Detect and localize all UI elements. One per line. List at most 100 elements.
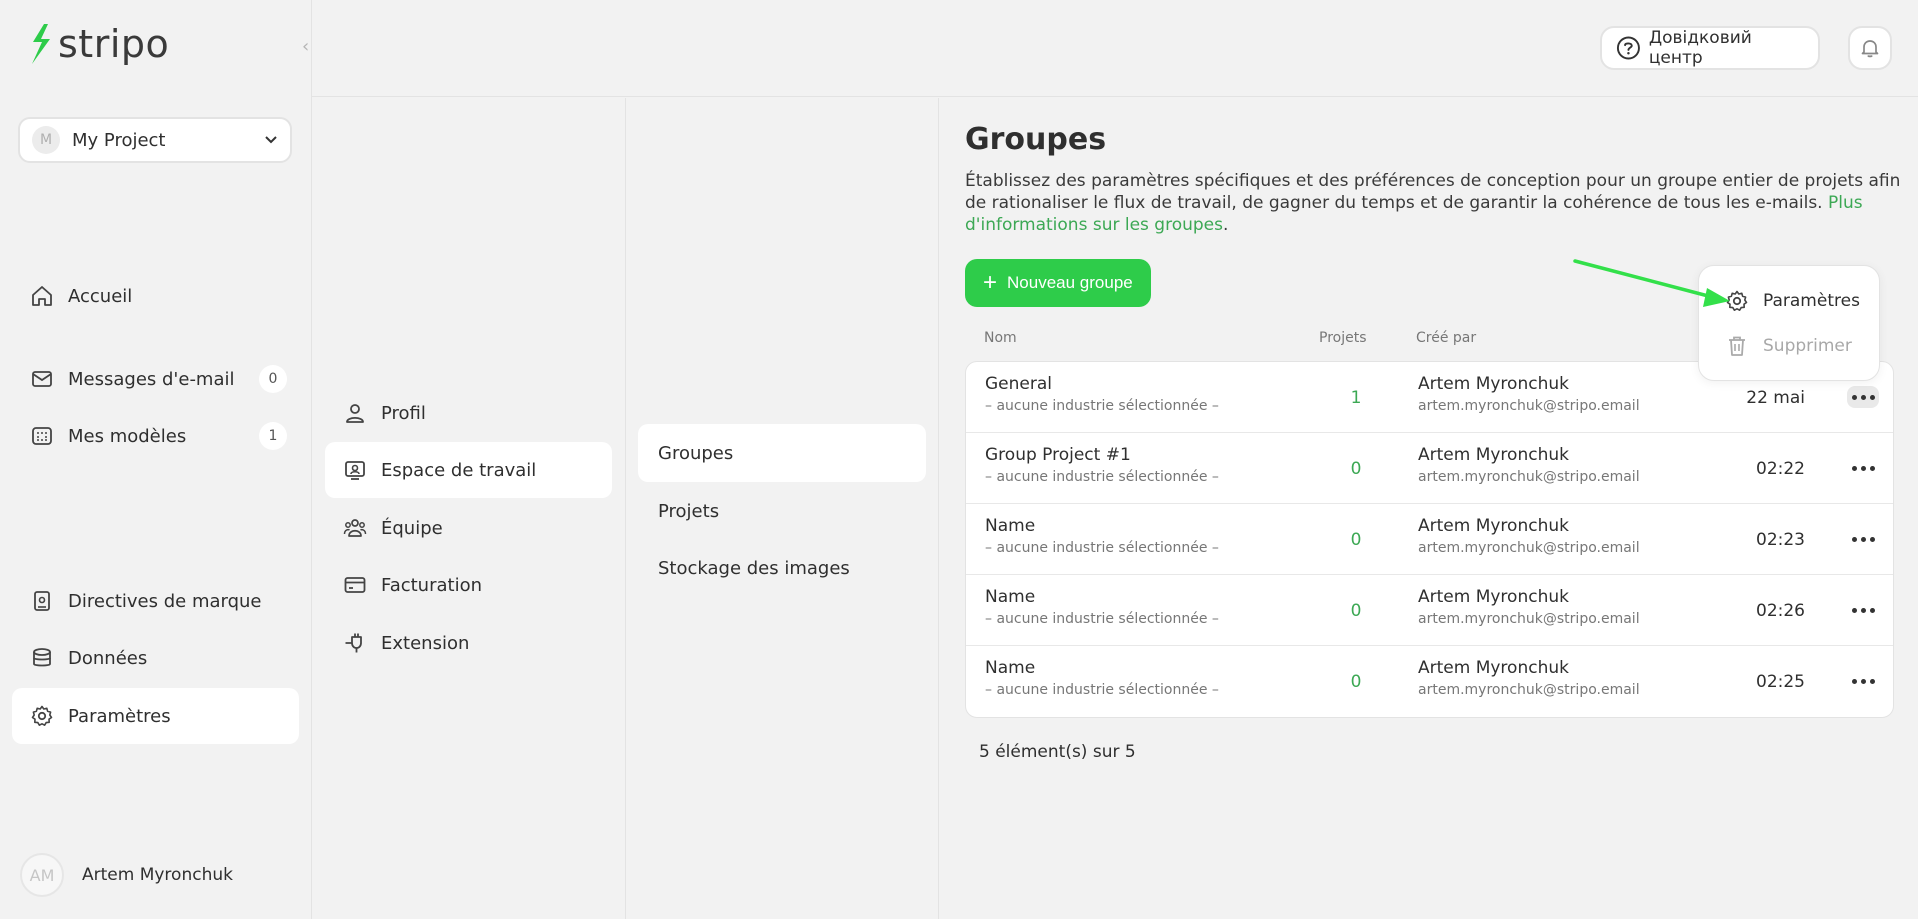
stripo-logo-icon	[32, 24, 50, 64]
settings-item-team[interactable]: Équipe	[325, 500, 612, 556]
settings-item-label: Espace de travail	[381, 459, 537, 481]
help-center-label: Довідковий центр	[1648, 28, 1752, 68]
menu-item-delete[interactable]: Supprimer	[1725, 330, 1852, 362]
group-industry: – aucune industrie sélectionnée –	[985, 540, 1219, 556]
group-projects-count: 0	[1350, 672, 1362, 692]
group-date: 02:22	[1756, 459, 1805, 479]
user-profile[interactable]: AM Artem Myronchuk	[20, 853, 233, 897]
sidebar: stripo ‹ M My Project Accueil Messages d…	[0, 0, 312, 919]
project-selector[interactable]: M My Project	[18, 117, 292, 163]
settings-item-workspace[interactable]: Espace de travail	[325, 442, 612, 498]
notifications-button[interactable]	[1848, 26, 1892, 70]
sidebar-item-brand-guidelines[interactable]: Directives de marque	[12, 573, 299, 629]
envelope-icon	[30, 367, 54, 391]
workspace-nav: Groupes Projets Stockage des images	[626, 98, 939, 919]
page-description: Établissez des paramètres spécifiques et…	[965, 171, 1901, 235]
group-name: Name	[985, 658, 1036, 678]
more-options-icon[interactable]	[1847, 386, 1879, 408]
author-name: Artem Myronchuk	[1418, 587, 1569, 607]
group-projects-count: 0	[1350, 459, 1362, 479]
items-count: 5 élément(s) sur 5	[979, 742, 1136, 762]
team-icon	[343, 516, 367, 540]
gear-icon	[30, 704, 54, 728]
avatar: AM	[20, 853, 64, 897]
row-context-menu: Paramètres Supprimer	[1698, 265, 1880, 381]
home-icon	[30, 284, 54, 308]
settings-item-billing[interactable]: Facturation	[325, 557, 612, 613]
workspace-item-projects[interactable]: Projets	[638, 482, 926, 540]
brand-book-icon	[30, 589, 54, 613]
chevron-down-icon	[265, 136, 277, 144]
sidebar-item-messages[interactable]: Messages d'e-mail 0	[12, 351, 299, 407]
author-name: Artem Myronchuk	[1418, 445, 1569, 465]
author-email: artem.myronchuk@stripo.email	[1418, 540, 1640, 556]
author-email: artem.myronchuk@stripo.email	[1418, 611, 1640, 627]
column-header-projects: Projets	[1319, 330, 1367, 346]
groups-table: General – aucune industrie sélectionnée …	[965, 361, 1894, 718]
new-group-button[interactable]: + Nouveau groupe	[965, 259, 1151, 307]
menu-item-settings[interactable]: Paramètres	[1725, 285, 1860, 317]
workspace-icon	[343, 458, 367, 482]
group-industry: – aucune industrie sélectionnée –	[985, 469, 1219, 485]
group-date: 02:23	[1756, 530, 1805, 550]
templates-icon	[30, 424, 54, 448]
new-group-label: Nouveau groupe	[1007, 273, 1133, 292]
database-icon	[30, 646, 54, 670]
project-avatar: M	[32, 126, 60, 154]
settings-nav: Profil Espace de travail Équipe Facturat…	[313, 98, 626, 919]
menu-item-label: Paramètres	[1763, 291, 1860, 311]
question-icon	[1616, 36, 1640, 60]
user-name: Artem Myronchuk	[82, 865, 233, 885]
more-options-icon[interactable]	[1847, 599, 1879, 621]
gear-icon	[1726, 290, 1748, 311]
bell-icon	[1861, 40, 1879, 58]
group-projects-count: 0	[1350, 530, 1362, 550]
sidebar-item-settings[interactable]: Paramètres	[12, 688, 299, 744]
sidebar-item-label: Mes modèles	[68, 425, 187, 447]
table-row[interactable]: Name – aucune industrie sélectionnée – 0…	[966, 646, 1893, 717]
more-options-icon[interactable]	[1847, 457, 1879, 479]
table-row[interactable]: Name – aucune industrie sélectionnée – 0…	[966, 575, 1893, 646]
sidebar-item-data[interactable]: Données	[12, 630, 299, 686]
table-row[interactable]: Group Project #1 – aucune industrie séle…	[966, 433, 1893, 504]
author-email: artem.myronchuk@stripo.email	[1418, 682, 1640, 698]
workspace-item-groups[interactable]: Groupes	[638, 424, 926, 482]
stripo-logo[interactable]: stripo	[28, 22, 169, 66]
sidebar-item-templates[interactable]: Mes modèles 1	[12, 408, 299, 464]
group-industry: – aucune industrie sélectionnée –	[985, 611, 1219, 627]
more-options-icon[interactable]	[1847, 528, 1879, 550]
column-header-name: Nom	[984, 330, 1017, 346]
trash-icon	[1729, 336, 1745, 356]
group-name: Group Project #1	[985, 445, 1131, 465]
user-icon	[343, 401, 367, 425]
group-name: General	[985, 374, 1052, 394]
workspace-item-image-storage[interactable]: Stockage des images	[638, 539, 926, 597]
settings-item-extension[interactable]: Extension	[325, 615, 612, 671]
collapse-sidebar-icon[interactable]: ‹	[302, 36, 309, 57]
page-title: Groupes	[965, 122, 1107, 157]
author-name: Artem Myronchuk	[1418, 516, 1569, 536]
count-badge: 0	[259, 365, 287, 393]
more-options-icon[interactable]	[1847, 670, 1879, 692]
plus-icon: +	[983, 269, 998, 296]
help-center-button[interactable]: Довідковий центр	[1600, 26, 1820, 70]
plug-icon	[343, 631, 367, 655]
group-industry: – aucune industrie sélectionnée –	[985, 398, 1219, 414]
author-name: Artem Myronchuk	[1418, 374, 1569, 394]
credit-card-icon	[343, 573, 367, 597]
group-projects-count: 1	[1350, 388, 1362, 408]
sidebar-item-label: Données	[68, 647, 148, 669]
main-content: Groupes Établissez des paramètres spécif…	[940, 98, 1918, 919]
settings-item-profile[interactable]: Profil	[325, 385, 612, 441]
group-projects-count: 0	[1350, 601, 1362, 621]
sidebar-item-label: Accueil	[68, 285, 133, 307]
logo-text: stripo	[58, 22, 170, 66]
group-name: Name	[985, 587, 1036, 607]
sidebar-item-accueil[interactable]: Accueil	[12, 268, 299, 324]
table-row[interactable]: Name – aucune industrie sélectionnée – 0…	[966, 504, 1893, 575]
group-date: 22 mai	[1746, 388, 1805, 408]
group-date: 02:26	[1756, 601, 1805, 621]
description-text: Établissez des paramètres spécifiques et…	[965, 171, 1901, 213]
settings-item-label: Profil	[381, 402, 426, 424]
settings-item-label: Extension	[381, 632, 470, 654]
